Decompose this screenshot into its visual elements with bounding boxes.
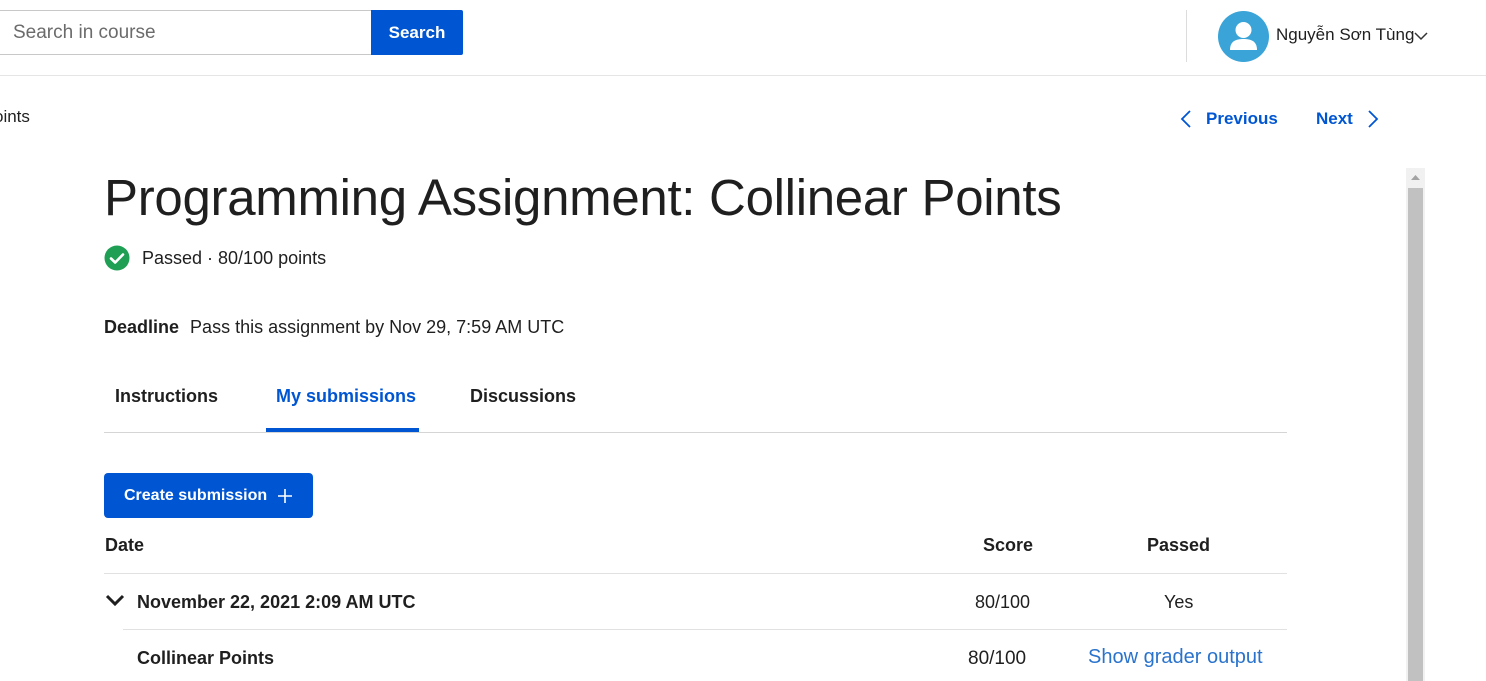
user-name[interactable]: Nguyễn Sơn Tùng: [1276, 25, 1414, 45]
show-grader-output-link[interactable]: Show grader output: [1088, 646, 1263, 669]
create-submission-button[interactable]: Create submission: [104, 473, 313, 518]
part-name: Collinear Points: [137, 648, 275, 668]
search-input[interactable]: Search in course: [0, 10, 372, 55]
create-submission-label: Create submission: [124, 486, 268, 504]
row-divider-line: [123, 629, 1287, 630]
submission-date[interactable]: November 22, 2021 2:09 AM UTC: [137, 592, 415, 613]
scroll-thumb[interactable]: [1408, 188, 1423, 681]
column-header-score: Score: [983, 535, 1034, 555]
status-text: Passed · 80/100 points: [142, 247, 327, 268]
breadcrumb[interactable]: oints: [0, 107, 30, 127]
search-button[interactable]: Search: [371, 10, 463, 55]
submission-passed: Yes: [1164, 592, 1194, 612]
column-header-passed: Passed: [1147, 535, 1211, 555]
status-row: Passed · 80/100 points: [104, 244, 326, 272]
header-divider: [1186, 10, 1187, 62]
avatar[interactable]: [1218, 11, 1269, 62]
user-icon: [1230, 22, 1257, 50]
chevron-left-icon: [1180, 110, 1191, 128]
submission-score: 80/100: [975, 592, 1031, 612]
next-label: Next: [1316, 109, 1353, 128]
tab-discussions[interactable]: Discussions: [470, 386, 576, 407]
top-bar: Search in course Search Nguyễn Sơn Tùng: [0, 0, 1486, 76]
previous-link[interactable]: Previous: [1180, 108, 1278, 130]
previous-label: Previous: [1206, 109, 1278, 128]
scroll-up-button[interactable]: [1406, 168, 1425, 187]
tab-bar: Instructions My submissions Discussions: [104, 372, 1287, 433]
chevron-down-icon[interactable]: [1412, 27, 1430, 45]
tab-instructions[interactable]: Instructions: [115, 386, 218, 407]
scrollbar[interactable]: [1406, 168, 1425, 681]
tab-my-submissions[interactable]: My submissions: [276, 386, 416, 407]
chevron-right-icon: [1368, 110, 1379, 128]
deadline: Deadline Pass this assignment by Nov 29,…: [104, 317, 564, 338]
column-header-date: Date: [105, 535, 145, 555]
next-link[interactable]: Next: [1316, 108, 1379, 130]
header-divider-line: [104, 573, 1287, 574]
check-circle-icon: [104, 245, 130, 271]
plus-icon: [278, 488, 293, 503]
deadline-label: Deadline: [104, 317, 180, 337]
deadline-text: Pass this assignment by Nov 29, 7:59 AM …: [190, 317, 565, 337]
scroll-up-arrow-icon: [1411, 175, 1420, 180]
active-tab-indicator: [266, 428, 419, 432]
page-title: Programming Assignment: Collinear Points: [104, 169, 1062, 226]
caret-down-icon[interactable]: [104, 591, 126, 609]
part-score: 80/100: [968, 648, 1027, 669]
